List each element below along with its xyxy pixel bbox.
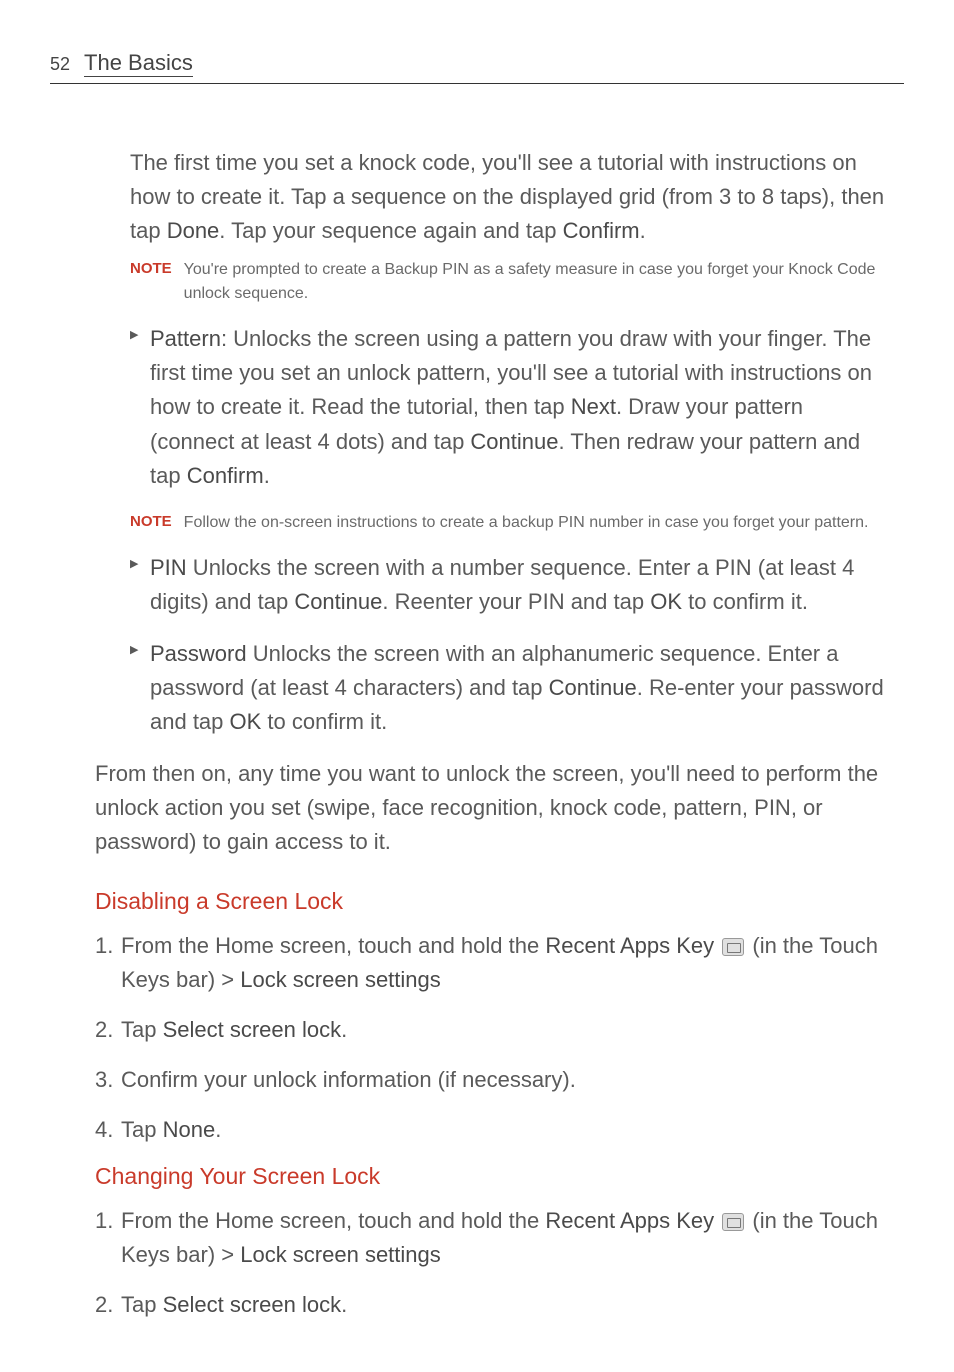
note-text-1: You're prompted to create a Backup PIN a… <box>184 258 889 306</box>
disabling-step-3: Confirm your unlock information (if nece… <box>95 1063 889 1097</box>
content-area: The first time you set a knock code, you… <box>50 146 904 1322</box>
select-screen-lock-bold-1: Select screen lock <box>163 1017 342 1042</box>
disabling-step-2: Tap Select screen lock. <box>95 1013 889 1047</box>
intro-bold-done: Done <box>167 218 220 243</box>
s1-step4-text2: . <box>215 1117 221 1142</box>
changing-steps: From the Home screen, touch and hold the… <box>95 1204 889 1322</box>
s1-step4-text1: Tap <box>121 1117 163 1142</box>
changing-step-1: From the Home screen, touch and hold the… <box>95 1204 889 1272</box>
note-block-2: NOTE Follow the on-screen instructions t… <box>130 511 889 535</box>
pin-bold: PIN <box>150 555 187 580</box>
note-label-2: NOTE <box>130 511 172 530</box>
pin-text-3: to confirm it. <box>682 589 808 614</box>
password-bullet: Password Unlocks the screen with an alph… <box>130 637 889 739</box>
s1-step1-text1: From the Home screen, touch and hold the <box>121 933 545 958</box>
changing-heading: Changing Your Screen Lock <box>95 1163 889 1190</box>
password-text-3: to confirm it. <box>261 709 387 734</box>
note-label-1: NOTE <box>130 258 172 277</box>
disabling-step-4: Tap None. <box>95 1113 889 1147</box>
pattern-bold: Pattern <box>150 326 221 351</box>
lock-screen-settings-bold-1: Lock screen settings <box>240 967 441 992</box>
closing-paragraph: From then on, any time you want to unloc… <box>95 757 889 859</box>
select-screen-lock-bold-2: Select screen lock <box>163 1292 342 1317</box>
ok-bold-2: OK <box>230 709 262 734</box>
s1-step2-text1: Tap <box>121 1017 163 1042</box>
recent-apps-key-icon-2 <box>722 1213 744 1231</box>
intro-text-2: . Tap your sequence again and tap <box>219 218 562 243</box>
s2-step2-text2: . <box>341 1292 347 1317</box>
password-bold: Password <box>150 641 247 666</box>
recent-apps-key-bold-1: Recent Apps Key <box>545 933 714 958</box>
pattern-bullet: Pattern: Unlocks the screen using a patt… <box>130 322 889 492</box>
recent-apps-key-icon <box>722 938 744 956</box>
recent-apps-key-bold-2: Recent Apps Key <box>545 1208 714 1233</box>
intro-text-3: . <box>640 218 646 243</box>
disabling-step-1: From the Home screen, touch and hold the… <box>95 929 889 997</box>
ok-bold-1: OK <box>650 589 682 614</box>
intro-paragraph: The first time you set a knock code, you… <box>130 146 889 248</box>
none-bold: None <box>163 1117 216 1142</box>
page-number: 52 <box>50 54 70 75</box>
s2-step2-text1: Tap <box>121 1292 163 1317</box>
disabling-heading: Disabling a Screen Lock <box>95 888 889 915</box>
next-bold: Next <box>571 394 616 419</box>
changing-step-2: Tap Select screen lock. <box>95 1288 889 1322</box>
confirm-bold-1: Confirm <box>187 463 264 488</box>
note-block-1: NOTE You're prompted to create a Backup … <box>130 258 889 306</box>
s2-step1-text1: From the Home screen, touch and hold the <box>121 1208 545 1233</box>
pattern-text-4: . <box>264 463 270 488</box>
intro-bold-confirm: Confirm <box>563 218 640 243</box>
lock-screen-settings-bold-2: Lock screen settings <box>240 1242 441 1267</box>
pin-bullet: PIN Unlocks the screen with a number seq… <box>130 551 889 619</box>
continue-bold-2: Continue <box>294 589 382 614</box>
note-text-2: Follow the on-screen instructions to cre… <box>184 511 869 535</box>
continue-bold-3: Continue <box>549 675 637 700</box>
continue-bold-1: Continue <box>470 429 558 454</box>
pin-text-2: . Reenter your PIN and tap <box>382 589 650 614</box>
s1-step2-text2: . <box>341 1017 347 1042</box>
page-header: 52 The Basics <box>50 50 904 84</box>
header-title: The Basics <box>84 50 193 77</box>
disabling-steps: From the Home screen, touch and hold the… <box>95 929 889 1147</box>
